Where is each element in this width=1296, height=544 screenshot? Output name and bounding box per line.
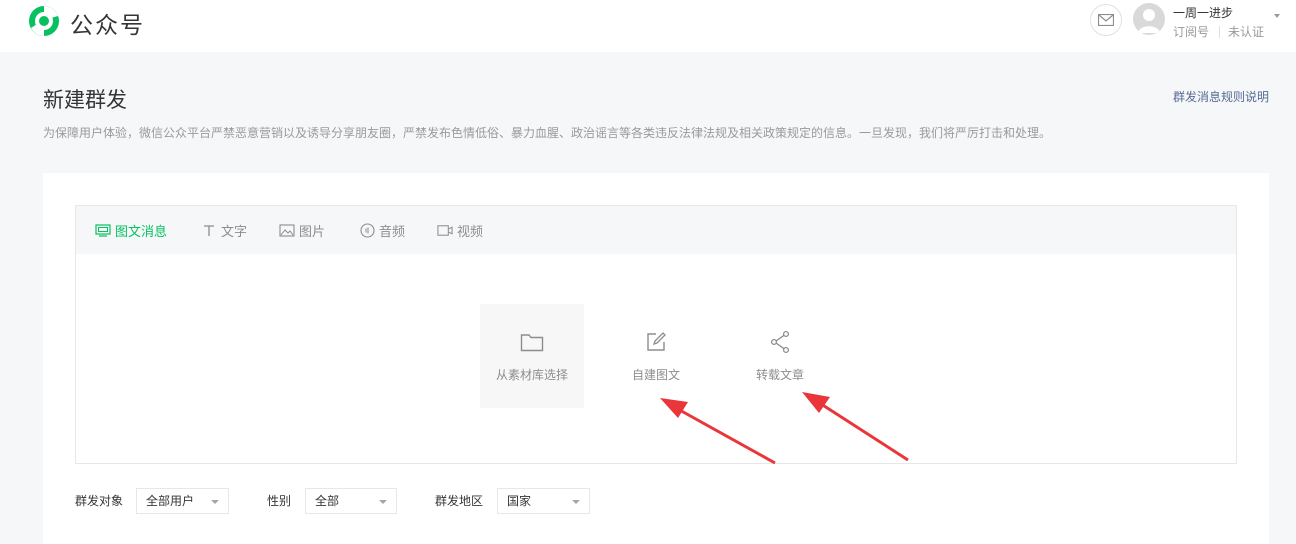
select-value: 国家 <box>507 494 532 508</box>
video-icon <box>437 223 453 237</box>
target-audience-select[interactable]: 全部用户 <box>136 488 229 514</box>
action-label: 转载文章 <box>755 368 804 382</box>
verification-status: 未认证 <box>1228 25 1265 39</box>
account-name[interactable]: 一周一进步 <box>1173 4 1233 21</box>
text-icon <box>201 223 217 237</box>
tab-audio[interactable]: 音频 <box>359 221 406 240</box>
page-title: 新建群发 <box>43 88 127 112</box>
tab-label: 文字 <box>221 224 248 240</box>
wechat-official-account-logo-icon[interactable] <box>27 4 61 38</box>
tab-label: 图片 <box>299 224 326 240</box>
gender-select[interactable]: 全部 <box>305 488 397 514</box>
action-label: 从素材库选择 <box>495 368 568 382</box>
tab-label: 音频 <box>379 224 406 240</box>
edit-icon <box>642 328 670 356</box>
select-value: 全部 <box>315 494 340 508</box>
avatar[interactable] <box>1133 3 1165 35</box>
tab-label: 图文消息 <box>115 224 168 240</box>
tab-article[interactable]: 图文消息 <box>95 221 168 240</box>
chevron-down-icon <box>572 500 580 504</box>
region-label: 群发地区 <box>435 494 484 508</box>
message-type-tabs: 图文消息 文字 图片 音频 视频 <box>76 206 1236 254</box>
account-dropdown-icon[interactable] <box>1274 14 1280 18</box>
gender-label: 性别 <box>267 494 292 508</box>
account-type: 订阅号 <box>1173 25 1210 39</box>
tab-label: 视频 <box>457 224 484 240</box>
action-label: 自建图文 <box>631 368 680 382</box>
account-divider <box>1219 26 1220 38</box>
create-article-button[interactable]: 自建图文 <box>604 304 708 408</box>
chevron-down-icon <box>379 500 387 504</box>
image-icon <box>279 223 295 237</box>
tab-text[interactable]: 文字 <box>201 221 248 240</box>
target-audience-label: 群发对象 <box>75 494 124 508</box>
policy-notice: 为保障用户体验，微信公众平台严禁恶意营销以及诱导分享朋友圈，严禁发布色情低俗、暴… <box>43 126 1052 140</box>
select-value: 全部用户 <box>146 494 195 508</box>
mass-message-rules-link[interactable]: 群发消息规则说明 <box>1173 88 1269 105</box>
audio-icon <box>359 222 375 238</box>
folder-icon <box>518 328 546 356</box>
message-editor: 图文消息 文字 图片 音频 视频 从素材库选择 自建图文 转载文章 <box>75 205 1237 464</box>
repost-article-button[interactable]: 转载文章 <box>728 304 832 408</box>
tab-image[interactable]: 图片 <box>279 221 326 240</box>
mail-icon <box>1098 14 1114 26</box>
select-from-library-button[interactable]: 从素材库选择 <box>480 304 584 408</box>
chevron-down-icon <box>211 500 219 504</box>
region-select[interactable]: 国家 <box>497 488 590 514</box>
article-icon <box>95 223 111 237</box>
tab-video[interactable]: 视频 <box>437 221 484 240</box>
brand-name: 公众号 <box>70 13 145 39</box>
top-bar: 公众号 一周一进步 订阅号 未认证 <box>0 0 1296 52</box>
message-button[interactable] <box>1090 4 1122 36</box>
share-icon <box>766 328 794 356</box>
user-avatar-icon <box>1138 9 1160 33</box>
